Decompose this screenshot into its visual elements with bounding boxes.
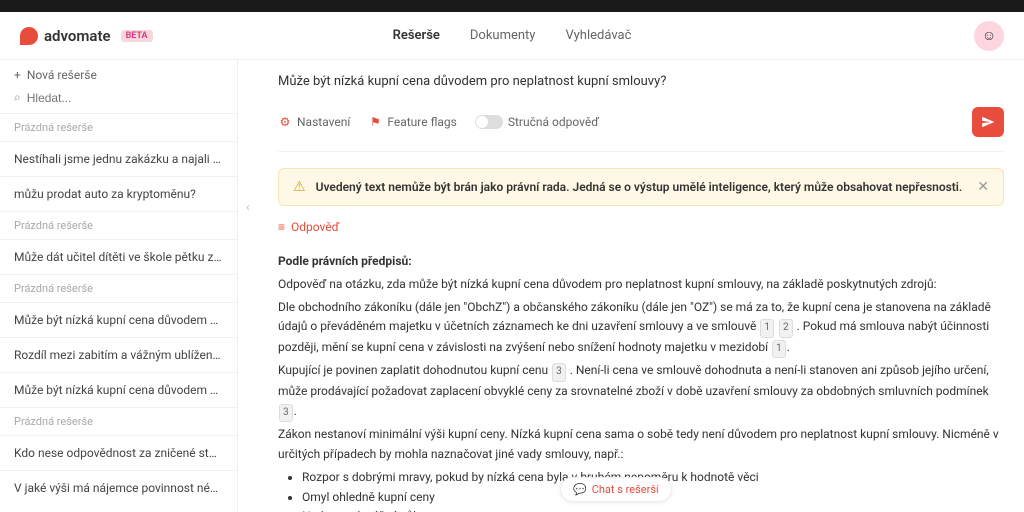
list-icon: ≡ bbox=[278, 220, 285, 234]
sidebar-item[interactable]: Může být nízká kupní cena důvodem pro... bbox=[0, 302, 237, 337]
logo-icon bbox=[20, 27, 38, 45]
sidebar-item[interactable]: Nestíhali jsme jednu zakázku a najali js… bbox=[0, 141, 237, 176]
chat-icon: 💬 bbox=[573, 483, 587, 496]
sidebar-collapse-handle[interactable]: ‹ bbox=[246, 200, 250, 214]
flags-label: Feature flags bbox=[387, 115, 457, 129]
paragraph: Zákon nestanoví minimální výši kupní cen… bbox=[278, 425, 1004, 465]
alert-close-button[interactable]: ✕ bbox=[977, 179, 989, 195]
settings-label: Nastavení bbox=[297, 115, 350, 129]
user-avatar[interactable]: ☺ bbox=[974, 21, 1004, 51]
chat-label: Chat s rešerší bbox=[592, 483, 659, 496]
plus-icon: + bbox=[14, 68, 21, 82]
reference-badge[interactable]: 1 bbox=[772, 340, 786, 359]
flag-icon: ⚑ bbox=[368, 115, 382, 129]
reference-badge[interactable]: 3 bbox=[552, 363, 566, 382]
answer-header: ≡ Odpověď bbox=[278, 206, 1004, 240]
question-text: Může být nízká kupní cena důvodem pro ne… bbox=[278, 60, 1004, 99]
nav-search[interactable]: Vyhledávač bbox=[565, 28, 631, 43]
nav-documents[interactable]: Dokumenty bbox=[470, 28, 536, 43]
brand-logo[interactable]: advomate BETA bbox=[20, 27, 153, 45]
sidebar-item[interactable]: V jaké výši má nájemce povinnost nést n.… bbox=[0, 470, 237, 505]
send-button[interactable] bbox=[972, 107, 1004, 137]
sidebar-group-label: Prázdná rešerše bbox=[0, 274, 237, 302]
browser-topbar bbox=[0, 0, 1024, 12]
sliders-icon: ⚙ bbox=[278, 115, 292, 129]
sidebar-item[interactable]: Rozdíl mezi zabitím a vážným ublížením .… bbox=[0, 337, 237, 372]
sidebar: + Nová rešerše ⌕ Prázdná rešerše Nestíha… bbox=[0, 60, 238, 512]
sidebar-group-label: Prázdná rešerše bbox=[0, 407, 237, 435]
toolbar: ⚙ Nastavení ⚑ Feature flags Stručná odpo… bbox=[278, 99, 1004, 152]
nav-research[interactable]: Rešerše bbox=[393, 28, 440, 43]
app-header: advomate BETA Rešerše Dokumenty Vyhledáv… bbox=[0, 12, 1024, 60]
send-icon bbox=[981, 115, 995, 129]
answer-content: Podle právních předpisů: Odpověď na otáz… bbox=[278, 252, 1004, 512]
beta-badge: BETA bbox=[121, 30, 153, 42]
sidebar-search-input[interactable] bbox=[27, 91, 223, 105]
answer-label: Odpověď bbox=[291, 220, 339, 234]
alert-text: Uvedený text nemůže být brán jako právní… bbox=[316, 180, 963, 194]
sidebar-item[interactable]: můžu prodat auto za kryptoměnu? bbox=[0, 176, 237, 211]
brand-name: advomate bbox=[44, 27, 111, 45]
list-item: Nedostatek vážné vůle stran bbox=[302, 507, 1004, 512]
top-nav: Rešerše Dokumenty Vyhledávač bbox=[393, 28, 632, 43]
sidebar-item[interactable]: Může dát učitel dítěti ve škole pětku za… bbox=[0, 239, 237, 274]
sidebar-item[interactable]: Kdo nese odpovědnost za zničené stěny... bbox=[0, 435, 237, 470]
reference-badge[interactable]: 3 bbox=[279, 404, 293, 423]
warning-icon: ⚠ bbox=[293, 179, 306, 195]
main-content: ‹ Může být nízká kupní cena důvodem pro … bbox=[238, 60, 1024, 512]
reference-badge[interactable]: 2 bbox=[779, 319, 793, 338]
paragraph: Dle obchodního zákoníku (dále jen "ObchZ… bbox=[278, 298, 1004, 359]
sidebar-item[interactable]: Může být nízká kupní cena důvodem pro... bbox=[0, 372, 237, 407]
new-research-button[interactable]: + Nová rešerše bbox=[0, 60, 237, 90]
disclaimer-alert: ⚠ Uvedený text nemůže být brán jako práv… bbox=[278, 168, 1004, 206]
sidebar-search[interactable]: ⌕ bbox=[0, 90, 237, 113]
settings-button[interactable]: ⚙ Nastavení bbox=[278, 115, 350, 129]
toggle-switch[interactable] bbox=[475, 115, 503, 129]
paragraph: Odpověď na otázku, zda může být nízká ku… bbox=[278, 275, 1004, 295]
sidebar-group-label: Prázdná rešerše bbox=[0, 211, 237, 239]
section-heading: Podle právních předpisů: bbox=[278, 252, 1004, 272]
paragraph: Kupující je povinen zaplatit dohodnutou … bbox=[278, 361, 1004, 422]
new-research-label: Nová rešerše bbox=[27, 68, 97, 82]
search-icon: ⌕ bbox=[14, 90, 21, 105]
text: Kupující je povinen zaplatit dohodnutou … bbox=[278, 363, 548, 377]
feature-flags-button[interactable]: ⚑ Feature flags bbox=[368, 115, 457, 129]
reference-badge[interactable]: 1 bbox=[760, 319, 774, 338]
chat-with-research-button[interactable]: 💬 Chat s rešerší bbox=[560, 477, 672, 502]
short-label: Stručná odpověď bbox=[508, 115, 599, 129]
short-answer-toggle[interactable]: Stručná odpověď bbox=[475, 115, 599, 129]
sidebar-group-label: Prázdná rešerše bbox=[0, 113, 237, 141]
